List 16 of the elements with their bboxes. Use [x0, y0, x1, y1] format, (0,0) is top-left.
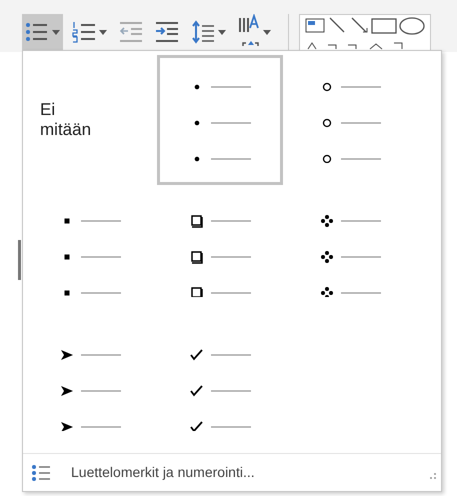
decrease-indent-icon — [119, 21, 143, 43]
caret-icon — [52, 30, 60, 34]
increase-indent-icon — [155, 21, 179, 43]
caret-icon — [218, 30, 226, 34]
line-spacing-icon — [191, 20, 215, 44]
caret-icon — [99, 30, 107, 34]
bullets-button[interactable] — [22, 14, 63, 50]
numbered-list-icon — [72, 21, 96, 43]
caret-icon — [263, 30, 271, 34]
bulleted-list-icon — [31, 462, 51, 482]
bullet-option[interactable] — [157, 55, 283, 185]
ruler-marker — [18, 240, 21, 280]
no-bullet-option[interactable]: Ei mitään — [27, 55, 153, 185]
resize-grip-icon — [429, 472, 437, 480]
bulleted-list-icon — [25, 21, 49, 43]
bullets-and-numbering-link[interactable]: Luettelomerkit ja numerointi... — [71, 462, 255, 483]
